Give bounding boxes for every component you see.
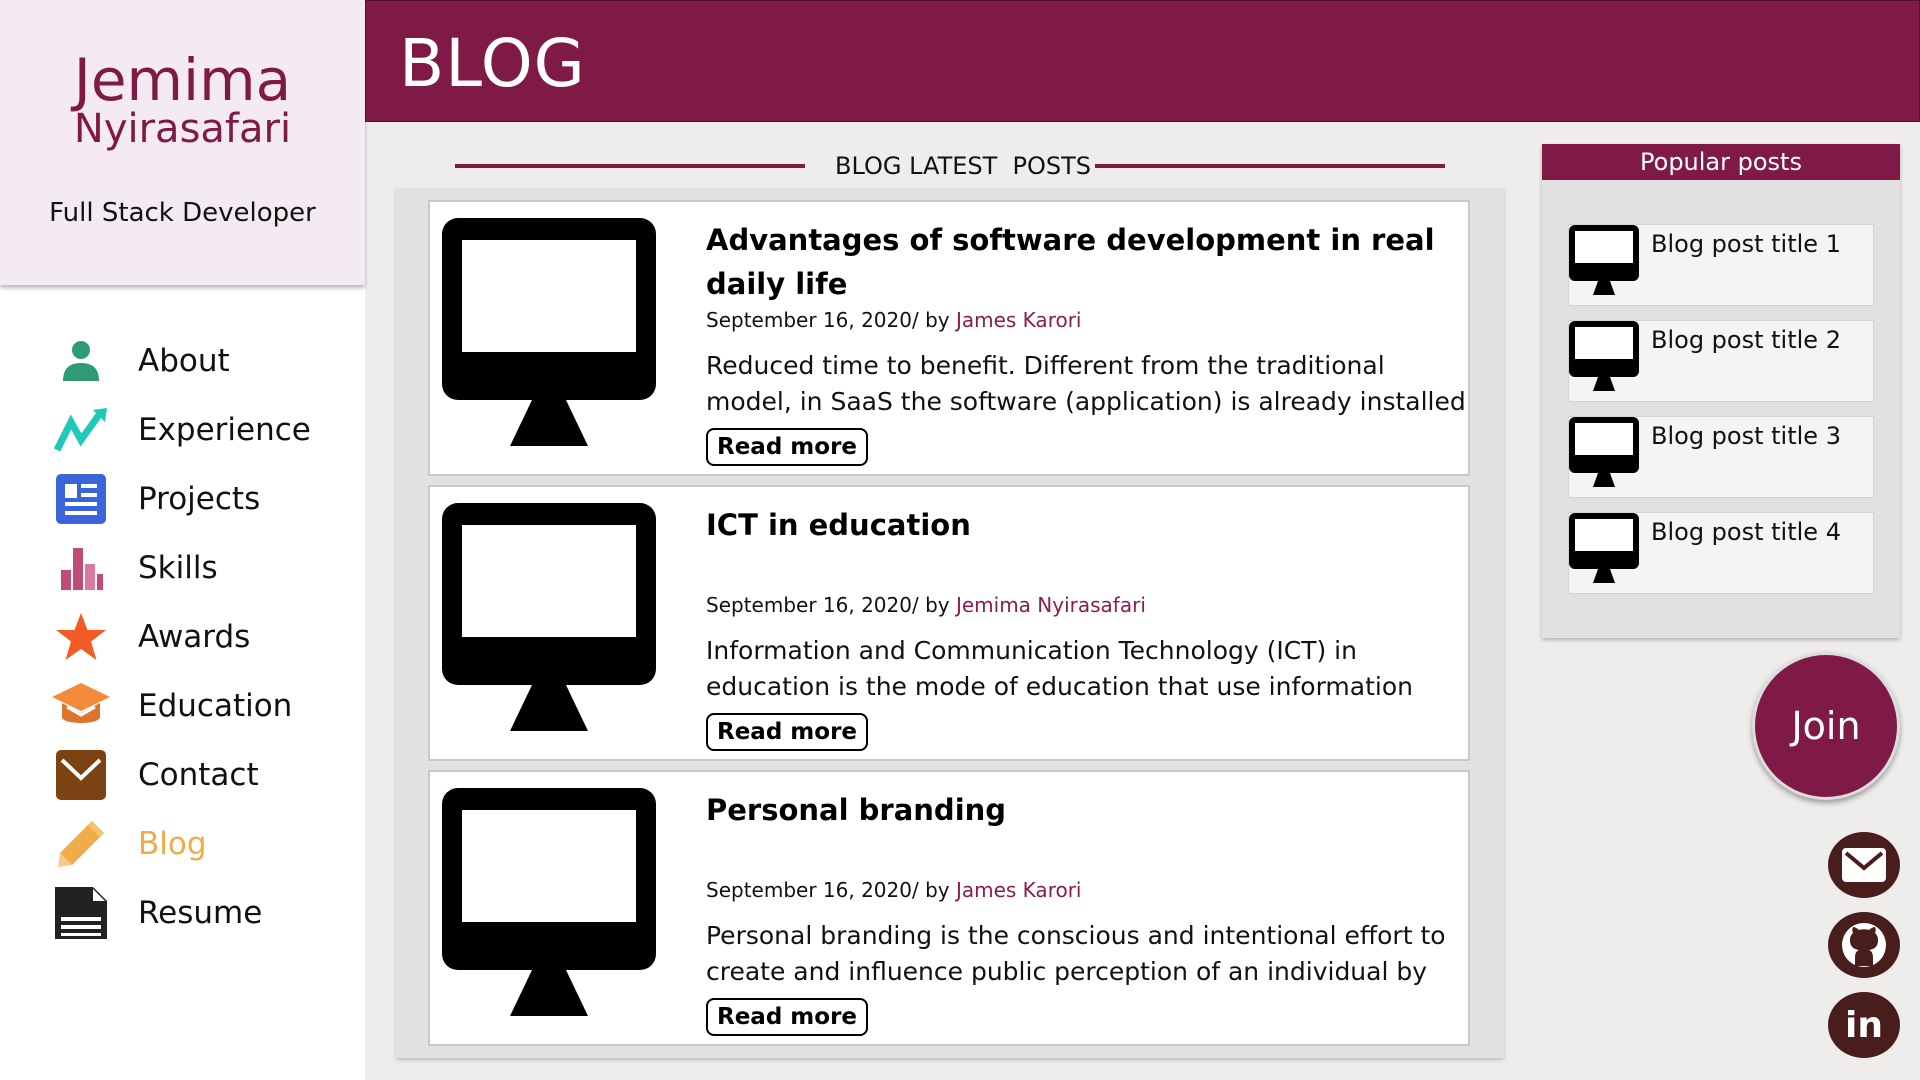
post-author-link[interactable]: James Karori bbox=[956, 308, 1082, 332]
trend-icon bbox=[50, 399, 112, 461]
profile-role: Full Stack Developer bbox=[49, 198, 316, 228]
join-button[interactable]: Join bbox=[1752, 652, 1900, 800]
monitor-icon bbox=[442, 788, 656, 1016]
sidebar-item-education[interactable]: Education bbox=[0, 675, 365, 737]
person-icon bbox=[50, 330, 112, 392]
latest-posts-heading: BLOG LATEST POSTS bbox=[455, 150, 1445, 180]
sidebar-item-projects[interactable]: Projects bbox=[0, 468, 365, 530]
post-title[interactable]: ICT in education bbox=[706, 503, 1446, 547]
github-icon bbox=[1842, 923, 1886, 967]
post-excerpt: Personal branding is the conscious and i… bbox=[706, 921, 1446, 986]
post-excerpt: Information and Communication Technology… bbox=[706, 636, 1413, 701]
sidebar-item-contact[interactable]: Contact bbox=[0, 744, 365, 806]
star-icon bbox=[50, 606, 112, 668]
post-title[interactable]: Advantages of software development in re… bbox=[706, 218, 1446, 306]
post-card: ICT in education September 16, 2020/ by … bbox=[428, 485, 1470, 761]
post-date: September 16, 2020/ by bbox=[706, 878, 956, 902]
popular-post-title: Blog post title 2 bbox=[1651, 326, 1841, 354]
popular-post-item[interactable]: Blog post title 1 bbox=[1568, 224, 1874, 306]
read-more-button[interactable]: Read more bbox=[706, 428, 869, 466]
pencil-icon bbox=[50, 813, 112, 875]
profile-first-name: Jemima bbox=[73, 46, 292, 114]
latest-posts-title: BLOG LATEST POSTS bbox=[835, 152, 1092, 180]
sidebar-item-resume[interactable]: Resume bbox=[0, 882, 365, 944]
popular-posts-panel: Popular posts Blog post title 1 Blog pos… bbox=[1542, 144, 1900, 638]
monitor-icon bbox=[1569, 417, 1639, 487]
sidebar-item-blog[interactable]: Blog bbox=[0, 813, 365, 875]
read-more-button[interactable]: Read more bbox=[706, 713, 869, 751]
sidebar-item-label: Contact bbox=[138, 757, 259, 793]
post-card: Advantages of software development in re… bbox=[428, 200, 1470, 476]
bar-chart-icon bbox=[50, 537, 112, 599]
read-more-button[interactable]: Read more bbox=[706, 998, 869, 1036]
article-icon bbox=[50, 468, 112, 530]
popular-post-title: Blog post title 4 bbox=[1651, 518, 1841, 546]
sidebar-item-awards[interactable]: Awards bbox=[0, 606, 365, 668]
popular-posts-title: Popular posts bbox=[1542, 144, 1900, 180]
post-title[interactable]: Personal branding bbox=[706, 788, 1446, 832]
popular-post-item[interactable]: Blog post title 2 bbox=[1568, 320, 1874, 402]
posts-panel: Advantages of software development in re… bbox=[396, 188, 1504, 1058]
sidebar-item-label: Experience bbox=[138, 412, 311, 448]
sidebar-item-label: Skills bbox=[138, 550, 218, 586]
monitor-icon bbox=[1569, 321, 1639, 391]
github-button[interactable] bbox=[1828, 912, 1900, 978]
post-author-link[interactable]: James Karori bbox=[956, 878, 1082, 902]
sidebar-item-label: Resume bbox=[138, 895, 263, 931]
sidebar-item-experience[interactable]: Experience bbox=[0, 399, 365, 461]
sidebar-item-label: Blog bbox=[138, 826, 207, 862]
sidebar-item-label: Education bbox=[138, 688, 293, 724]
page-title: BLOG bbox=[399, 25, 586, 102]
profile-last-name: Nyirasafari bbox=[73, 106, 292, 152]
post-date: September 16, 2020/ by bbox=[706, 593, 956, 617]
popular-post-item[interactable]: Blog post title 3 bbox=[1568, 416, 1874, 498]
document-icon bbox=[50, 882, 112, 944]
sidebar: Jemima Nyirasafari Full Stack Developer … bbox=[0, 0, 365, 1080]
sidebar-item-label: Projects bbox=[138, 481, 261, 517]
post-meta: September 16, 2020/ by James Karori bbox=[706, 878, 1082, 902]
post-meta: September 16, 2020/ by Jemima Nyirasafar… bbox=[706, 593, 1146, 617]
post-excerpt: Reduced time to benefit. Different from … bbox=[706, 351, 1466, 416]
mail-icon bbox=[50, 744, 112, 806]
popular-post-item[interactable]: Blog post title 4 bbox=[1568, 512, 1874, 594]
sidebar-item-label: Awards bbox=[138, 619, 251, 655]
monitor-icon bbox=[1569, 513, 1639, 583]
graduation-cap-icon bbox=[50, 675, 112, 737]
sidebar-item-skills[interactable]: Skills bbox=[0, 537, 365, 599]
divider-left bbox=[455, 164, 805, 168]
profile-card: Jemima Nyirasafari Full Stack Developer bbox=[0, 0, 365, 285]
monitor-icon bbox=[442, 503, 656, 731]
sidebar-item-about[interactable]: About bbox=[0, 330, 365, 392]
linkedin-icon: in bbox=[1845, 1004, 1883, 1046]
sidebar-item-label: About bbox=[138, 343, 230, 379]
post-author-link[interactable]: Jemima Nyirasafari bbox=[956, 593, 1146, 617]
popular-post-title: Blog post title 1 bbox=[1651, 230, 1841, 258]
monitor-icon bbox=[1569, 225, 1639, 295]
popular-post-title: Blog post title 3 bbox=[1651, 422, 1841, 450]
email-button[interactable] bbox=[1828, 832, 1900, 898]
post-date: September 16, 2020/ by bbox=[706, 308, 956, 332]
monitor-icon bbox=[442, 218, 656, 446]
post-card: Personal branding September 16, 2020/ by… bbox=[428, 770, 1470, 1046]
page-header: BLOG bbox=[365, 0, 1920, 122]
divider-right bbox=[1095, 164, 1445, 168]
linkedin-button[interactable]: in bbox=[1828, 992, 1900, 1058]
mail-icon bbox=[1842, 848, 1886, 882]
post-meta: September 16, 2020/ by James Karori bbox=[706, 308, 1082, 332]
